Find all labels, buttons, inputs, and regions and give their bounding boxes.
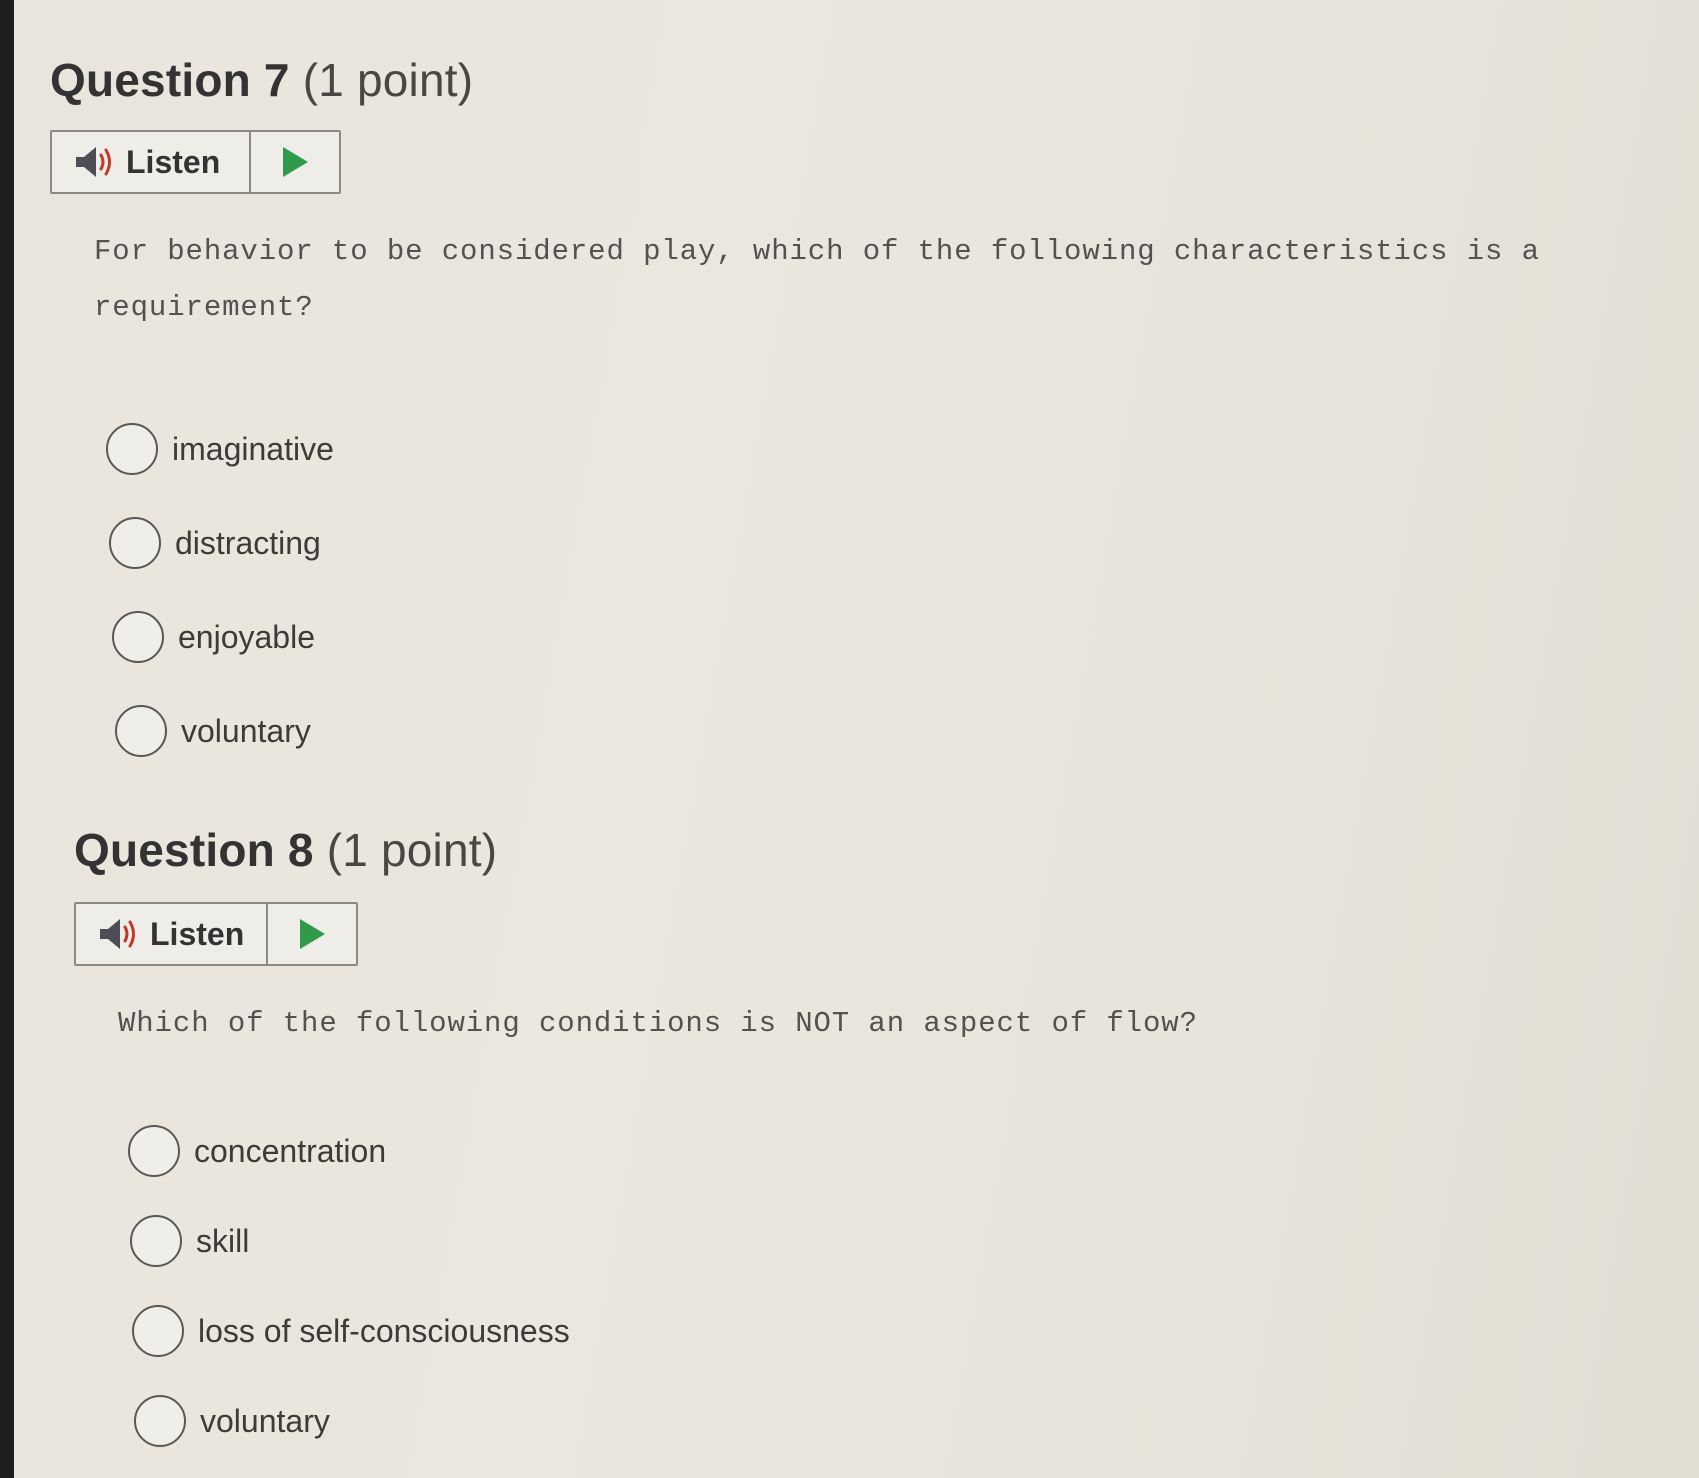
answer-label: loss of self-consciousness	[198, 1312, 570, 1349]
answer-options: imaginative distracting enjoyable volunt…	[106, 402, 1654, 778]
question-title: Question 8 (1 point)	[74, 818, 1198, 882]
question-8: Question 8 (1 point) Listen Which of the…	[74, 818, 1198, 1466]
listen-label: Listen	[126, 143, 221, 180]
play-button[interactable]	[251, 132, 339, 192]
radio-button[interactable]	[132, 1305, 184, 1357]
play-icon	[298, 918, 326, 950]
listen-label: Listen	[150, 915, 245, 952]
screen-bezel	[0, 0, 14, 1478]
answer-label: skill	[196, 1222, 250, 1259]
answer-option[interactable]: imaginative	[106, 402, 1654, 496]
listen-button[interactable]: Listen	[52, 132, 251, 192]
speaker-icon	[74, 144, 118, 180]
answer-label: voluntary	[200, 1402, 330, 1439]
answer-option[interactable]: enjoyable	[112, 590, 1654, 684]
answer-label: imaginative	[172, 430, 334, 467]
answer-option[interactable]: distracting	[109, 496, 1654, 590]
listen-button[interactable]: Listen	[76, 904, 268, 964]
radio-button[interactable]	[106, 423, 158, 475]
radio-button[interactable]	[115, 705, 167, 757]
answer-label: enjoyable	[178, 618, 315, 655]
answer-label: concentration	[194, 1132, 387, 1169]
radio-button[interactable]	[134, 1395, 186, 1447]
answer-label: distracting	[175, 524, 321, 561]
question-title: Question 7 (1 point)	[50, 48, 1654, 112]
answer-label: voluntary	[181, 712, 311, 749]
radio-button[interactable]	[128, 1125, 180, 1177]
question-number: Question 7	[50, 54, 290, 106]
listen-toolbar: Listen	[50, 130, 341, 194]
answer-option[interactable]: loss of self-consciousness	[132, 1286, 1198, 1376]
radio-button[interactable]	[109, 517, 161, 569]
play-icon	[281, 146, 309, 178]
question-points: (1 point)	[326, 824, 498, 876]
play-button[interactable]	[268, 904, 356, 964]
question-text: For behavior to be considered play, whic…	[94, 235, 1540, 324]
answer-option[interactable]: concentration	[128, 1106, 1198, 1196]
speaker-icon	[98, 916, 142, 952]
question-text: Which of the following conditions is NOT…	[118, 1007, 1198, 1040]
question-number: Question 8	[74, 824, 314, 876]
radio-button[interactable]	[112, 611, 164, 663]
answer-option[interactable]: voluntary	[115, 684, 1654, 778]
question-points: (1 point)	[302, 54, 474, 106]
answer-options: concentration skill loss of self-conscio…	[128, 1106, 1198, 1466]
answer-option[interactable]: voluntary	[134, 1376, 1198, 1466]
question-7: Question 7 (1 point) Listen For behavior…	[50, 48, 1654, 778]
radio-button[interactable]	[130, 1215, 182, 1267]
listen-toolbar: Listen	[74, 902, 358, 966]
answer-option[interactable]: skill	[130, 1196, 1198, 1286]
